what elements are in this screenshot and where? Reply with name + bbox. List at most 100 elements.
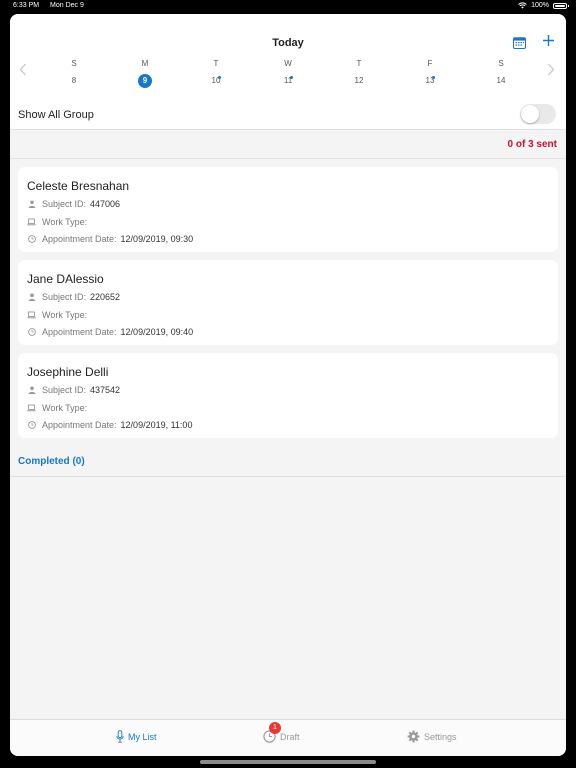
day-number: 8 [71,76,77,85]
work-type-label: Work Type: [42,310,88,320]
day-letter: T [213,59,219,68]
tab-settings-label: Settings [424,731,457,742]
subject-id-label: Subject ID: [42,292,87,302]
day-sunday[interactable]: S 8 [59,58,89,88]
appointment-date-value: 12/09/2019, 09:40 [120,327,194,337]
subject-id-value: 437542 [90,385,121,395]
wifi-icon [518,2,527,9]
appointment-card[interactable]: Celeste Bresnahan Subject ID: 447006 Wor… [18,167,558,252]
microphone-icon [116,730,124,743]
laptop-icon [27,311,36,320]
day-number: 11 [283,76,293,85]
day-friday[interactable]: F 13 [415,58,445,88]
subject-id-value: 447006 [90,199,121,209]
subject-name: Jane DAlessio [27,272,104,286]
day-tuesday[interactable]: T 10 [201,58,231,88]
clock-icon [27,235,36,244]
add-button[interactable] [541,34,555,50]
clock-icon [27,328,36,337]
appointment-date-label: Appointment Date: [42,327,117,337]
appointment-date-field: Appointment Date: 12/09/2019, 09:30 [27,234,193,244]
subject-name: Josephine Delli [27,365,109,379]
section-divider [10,476,566,477]
day-wednesday[interactable]: W 11 [273,58,303,88]
appointment-date-field: Appointment Date: 12/09/2019, 09:40 [27,327,193,337]
work-type-field: Work Type: [27,310,91,320]
battery-percent: 100% [531,2,549,9]
show-all-group-toggle[interactable] [520,104,556,124]
day-number: 14 [496,76,506,85]
laptop-icon [27,404,36,413]
appointment-card[interactable]: Josephine Delli Subject ID: 437542 Work … [18,353,558,438]
tab-my-list[interactable]: My List [116,730,157,743]
toggle-knob [521,105,539,123]
subject-id-field: Subject ID: 437542 [27,385,120,395]
event-dot [290,76,293,79]
show-all-group-row: Show All Group [10,100,566,130]
status-date: Mon Dec 9 [50,2,84,9]
day-thursday[interactable]: T 12 [344,58,374,88]
day-saturday[interactable]: S 14 [486,58,516,88]
day-number: 10 [211,76,221,85]
completed-section-toggle[interactable]: Completed (0) [18,456,85,467]
work-type-field: Work Type: [27,217,91,227]
event-dot [432,76,435,79]
appointment-date-field: Appointment Date: 12/09/2019, 11:00 [27,420,192,430]
subject-id-field: Subject ID: 220652 [27,292,120,302]
status-time: 6:33 PM [13,2,40,9]
day-letter: T [356,59,362,68]
work-type-field: Work Type: [27,403,91,413]
day-letter: S [498,59,504,68]
subject-id-field: Subject ID: 447006 [27,199,120,209]
subject-id-label: Subject ID: [42,199,87,209]
gear-icon [407,730,420,743]
day-number: 12 [354,76,364,85]
day-letter: M [141,59,149,68]
draft-clock-icon: 1 [263,722,281,743]
subject-id-value: 220652 [90,292,121,302]
appointment-card[interactable]: Jane DAlessio Subject ID: 220652 Work Ty… [18,260,558,345]
page-title: Today [272,37,304,49]
day-number: 13 [425,76,435,85]
home-indicator [200,760,376,764]
work-type-label: Work Type: [42,403,88,413]
day-letter: S [71,59,77,68]
status-bar: 6:33 PM Mon Dec 9 100% [0,0,576,13]
chevron-left-icon [19,63,26,76]
work-type-label: Work Type: [42,217,88,227]
clock-icon [27,421,36,430]
app-window: Today S 8 M 9 T 10 W 11 T 12 F 13 S 14 S… [10,14,566,756]
tab-draft[interactable]: 1 Draft [263,722,300,743]
week-header: Today S 8 M 9 T 10 W 11 T 12 F 13 S 14 [10,14,566,101]
appointment-date-label: Appointment Date: [42,234,117,244]
tab-settings[interactable]: Settings [407,730,457,743]
event-dot [218,76,221,79]
battery-icon [553,2,569,9]
appointment-date-label: Appointment Date: [42,420,117,430]
day-letter: F [427,59,433,68]
day-number: 9 [138,74,152,88]
person-icon [27,200,36,209]
tab-my-list-label: My List [128,731,157,742]
show-all-group-label: Show All Group [18,109,94,121]
person-icon [27,386,36,395]
calendar-button[interactable] [513,36,526,49]
appointment-date-value: 12/09/2019, 09:30 [120,234,194,244]
tab-bar: My List 1 Draft Settings [10,719,566,756]
subject-id-label: Subject ID: [42,385,87,395]
person-icon [27,293,36,302]
day-monday-selected[interactable]: M 9 [130,58,160,88]
tab-draft-label: Draft [280,731,300,742]
plus-icon [542,35,554,46]
chevron-right-icon [548,63,555,76]
draft-count-badge: 1 [269,722,281,734]
laptop-icon [27,218,36,227]
subject-name: Celeste Bresnahan [27,179,130,193]
prev-week-button[interactable] [18,63,28,77]
appointment-date-value: 12/09/2019, 11:00 [120,420,193,430]
sent-status-row: 0 of 3 sent [10,130,566,159]
day-letter: W [284,59,292,68]
sent-count: 0 of 3 sent [507,139,557,150]
calendar-icon [513,37,526,49]
next-week-button[interactable] [546,63,556,77]
